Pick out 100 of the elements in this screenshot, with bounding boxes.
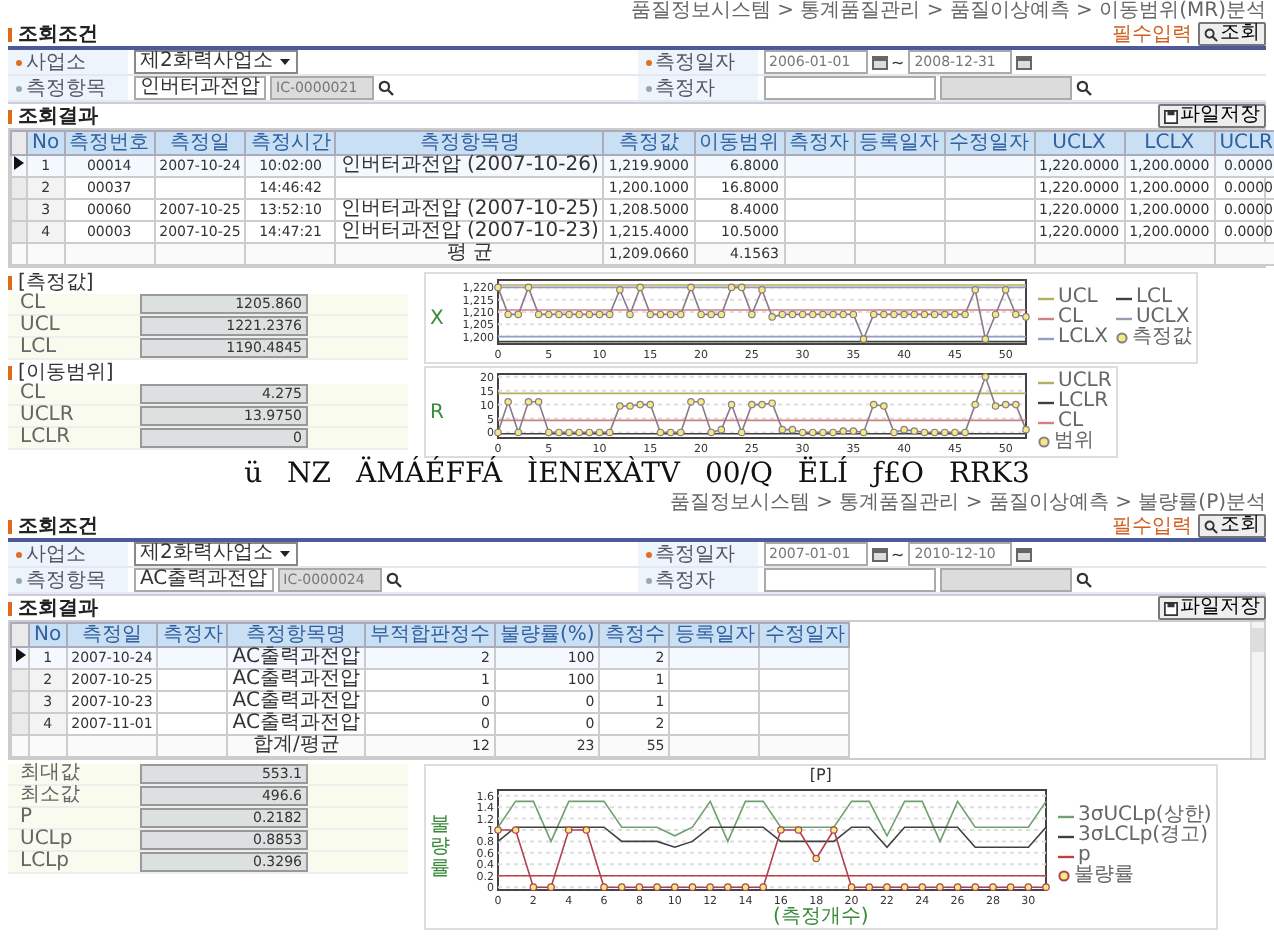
legend-label: 측정값 (1131, 328, 1192, 348)
section-title: 조회결과 (18, 105, 98, 127)
column-header: No (27, 131, 65, 155)
row-pointer-icon (14, 156, 24, 170)
save-button[interactable]: 파일저장 (1158, 104, 1266, 128)
calendar-icon[interactable] (1016, 54, 1033, 70)
data-point (737, 428, 746, 437)
field-label: 측정자 (655, 77, 715, 99)
table-cell: 합계/평균 (252, 734, 340, 756)
stat-label: P (20, 808, 35, 828)
stat-label: 최대값 (20, 764, 82, 784)
column-header: 측정일 (66, 623, 158, 647)
data-point (514, 428, 523, 437)
data-point (865, 883, 874, 891)
input-field[interactable]: AC출력과전압 (134, 568, 274, 592)
required-note: 필수입력 (1112, 515, 1192, 537)
data-point (524, 283, 533, 292)
dropdown[interactable]: 제2화력사업소 (134, 50, 299, 74)
search-icon (1204, 27, 1218, 41)
legend-label: UCLX (1135, 308, 1190, 328)
legend-label: 불량률 (1074, 866, 1134, 886)
calendar-icon[interactable] (871, 546, 887, 562)
column-header: 측정자 (157, 623, 228, 647)
legend-swatch (1038, 335, 1054, 341)
data-point (1022, 425, 1030, 434)
column-header: 불량률(%) (494, 623, 600, 647)
legend-label: UCL (1058, 288, 1098, 308)
data-point (511, 826, 520, 834)
search-button[interactable]: 조회 (1198, 22, 1266, 46)
table-cell: AC출력과전압 (232, 712, 360, 734)
column-header: 측정시간 (245, 131, 336, 155)
range-separator: ~ (891, 543, 905, 565)
search-icon[interactable] (378, 80, 394, 96)
data-point (794, 826, 803, 834)
table-cell: 인버터과전압 (2007-10-23) (340, 220, 599, 242)
stat-label: LCLp (20, 852, 71, 872)
data-point (670, 883, 679, 891)
column-header: 등록일자 (669, 623, 760, 647)
section-title: 조회조건 (18, 23, 98, 45)
data-point (847, 883, 856, 891)
data-point (494, 428, 502, 437)
column-header: 측정번호 (64, 131, 155, 155)
data-point (582, 826, 591, 834)
data-point (981, 372, 990, 381)
data-point (741, 883, 750, 891)
legend-label: LCLX (1058, 328, 1108, 348)
search-icon (1204, 519, 1218, 533)
caption-text: ü NZ ÄMÁÉFFÁ ÌENEXÀTV 00/Q ËLÍ ƒ£O RRK3 (242, 458, 1032, 492)
save-button[interactable]: 파일저장 (1158, 596, 1266, 620)
stat-label: LCL (20, 338, 59, 358)
data-point (635, 883, 644, 891)
stat-label: UCLR (20, 406, 76, 426)
data-point (1042, 883, 1050, 891)
input-field[interactable] (763, 76, 935, 100)
legend-label: 3σLCLp(경고) (1078, 826, 1208, 846)
field-label: 측정일자 (655, 51, 735, 73)
caret-icon (278, 56, 293, 68)
input-field[interactable]: 인버터과전압 (134, 76, 266, 100)
column-header: 측정수 (599, 623, 670, 647)
table-cell: 평 균 (446, 242, 493, 264)
search-icon[interactable] (385, 572, 402, 588)
data-point (1001, 286, 1010, 294)
column-header: 측정일 (154, 131, 246, 155)
data-point (494, 826, 502, 834)
data-point (981, 335, 990, 343)
data-point (759, 883, 767, 891)
field-label: 사업소 (26, 543, 86, 565)
axis-label: (측정개수) (772, 908, 869, 928)
column-header: 부적합판정수 (364, 623, 495, 647)
legend-swatch (1038, 419, 1054, 425)
column-header: 측정항목명 (227, 623, 365, 647)
field-label: 측정항목 (26, 77, 106, 99)
input-field[interactable] (763, 568, 935, 592)
legend-swatch (1115, 295, 1132, 301)
table-cell: 인버터과전압 (2007-10-26) (340, 154, 599, 176)
group-title: [측정값] (18, 272, 94, 294)
data-point (724, 883, 732, 891)
legend-label: LCLR (1058, 392, 1109, 412)
data-point (830, 826, 838, 834)
legend-label: CL (1058, 308, 1084, 328)
calendar-icon[interactable] (871, 54, 887, 70)
search-icon[interactable] (1075, 80, 1091, 96)
data-point (617, 883, 626, 891)
search-icon[interactable] (1075, 572, 1091, 588)
data-point (529, 883, 538, 891)
column-header: 측정값 (603, 131, 694, 155)
stat-label: CL (20, 294, 48, 314)
range-separator: ~ (891, 51, 905, 73)
calendar-icon[interactable] (1016, 546, 1033, 562)
stat-label: CL (20, 384, 48, 404)
legend-label: 범위 (1054, 432, 1094, 452)
search-button[interactable]: 조회 (1198, 514, 1266, 538)
data-point (883, 883, 891, 891)
axis-label: 불량률 (430, 813, 450, 879)
column-header: LCLX (1124, 131, 1215, 155)
column-header: UCLX (1034, 131, 1125, 155)
legend-swatch (1038, 295, 1054, 301)
scrollbar[interactable] (1250, 622, 1264, 758)
data-point (494, 283, 502, 292)
dropdown[interactable]: 제2화력사업소 (134, 542, 299, 566)
